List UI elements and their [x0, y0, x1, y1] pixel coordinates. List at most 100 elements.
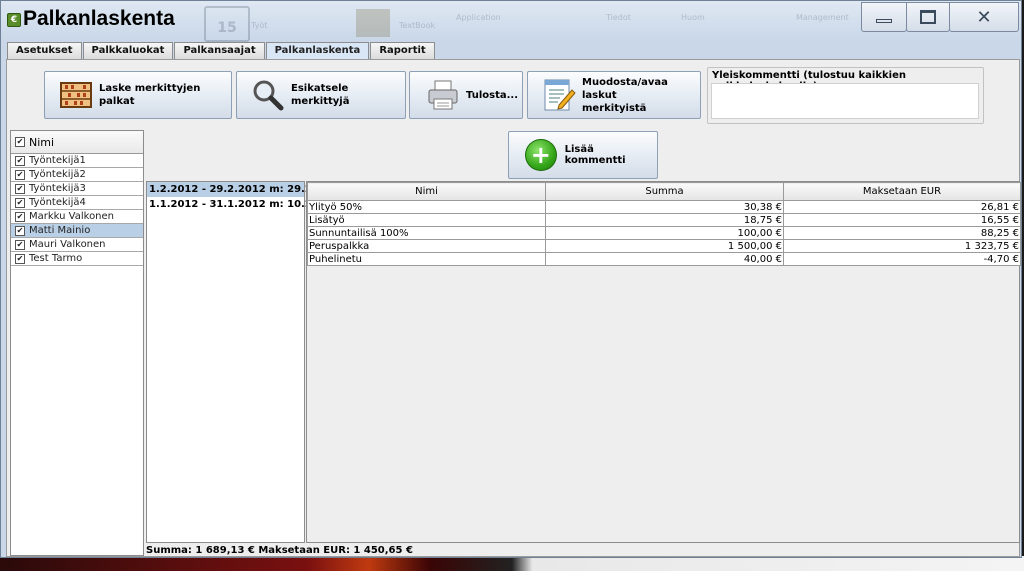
maximize-button[interactable] [906, 2, 950, 32]
invoice-button[interactable]: Muodosta/avaa laskut merkityistä [527, 71, 701, 119]
period-item-selected[interactable]: 1.2.2012 - 29.2.2012 m: 29.2.2012 [147, 182, 343, 197]
books-icon [356, 9, 390, 37]
tab-bar: Asetukset Palkkaluokat Palkansaajat Palk… [7, 42, 436, 60]
employee-row[interactable]: ✔ Markku Valkonen [11, 210, 143, 224]
employee-name: Test Tarmo [29, 253, 83, 264]
document-edit-icon [544, 79, 576, 111]
pay-item-name: Peruspalkka [307, 239, 546, 253]
table-row[interactable]: Ylityö 50% 30,38 € 26,81 € [307, 200, 1021, 214]
employee-row[interactable]: ✔ Mauri Valkonen [11, 238, 143, 252]
tab-palkanlaskenta[interactable]: Palkanlaskenta [265, 42, 370, 60]
tab-raportit[interactable]: Raportit [370, 42, 435, 59]
employee-name: Työntekijä2 [29, 169, 86, 180]
table-row[interactable]: Sunnuntailisä 100% 100,00 € 88,25 € [307, 226, 1021, 240]
pay-item-payable: -4,70 € [783, 252, 1021, 266]
employee-checkbox[interactable]: ✔ [15, 155, 25, 166]
employee-list-header: ✔ Nimi [11, 131, 143, 154]
column-header-sum[interactable]: Summa [545, 182, 784, 201]
close-button[interactable]: ✕ [949, 2, 1019, 32]
desktop-background [0, 556, 1024, 571]
table-row[interactable]: Peruspalkka 1 500,00 € 1 323,75 € [307, 239, 1021, 253]
pay-items-table: Nimi Summa Maksetaan EUR Ylityö 50% 30,3… [306, 181, 1021, 543]
pay-item-payable: 16,55 € [783, 213, 1021, 227]
minimize-button[interactable] [861, 2, 907, 32]
ghost-label: TextBook [399, 21, 436, 30]
abacus-icon [60, 82, 92, 108]
employee-checkbox[interactable]: ✔ [15, 211, 25, 222]
column-header-payable[interactable]: Maksetaan EUR [783, 182, 1021, 201]
employee-checkbox[interactable]: ✔ [15, 253, 25, 264]
pay-item-name: Lisätyö [307, 213, 546, 227]
calculate-label: Laske merkittyjen palkat [99, 83, 201, 107]
app-window: € Palkanlaskenta 15 Työt TextBook Applic… [0, 0, 1022, 558]
close-icon: ✕ [976, 6, 992, 28]
general-comment-input[interactable] [711, 83, 979, 119]
employee-row[interactable]: ✔ Työntekijä2 [11, 168, 143, 182]
print-button[interactable]: Tulosta... [409, 71, 523, 119]
employee-name: Työntekijä3 [29, 183, 86, 194]
pay-item-payable: 88,25 € [783, 226, 1021, 240]
pay-item-sum: 30,38 € [545, 200, 784, 214]
employee-checkbox[interactable]: ✔ [15, 169, 25, 180]
column-header-name[interactable]: Nimi [307, 182, 546, 201]
tab-asetukset[interactable]: Asetukset [7, 42, 82, 59]
period-item[interactable]: 1.1.2012 - 31.1.2012 m: 10.2.2012 [147, 197, 343, 212]
employee-row[interactable]: ✔ Työntekijä4 [11, 196, 143, 210]
printer-icon [428, 80, 458, 110]
add-comment-label: Lisää kommentti [564, 144, 626, 166]
pay-item-sum: 40,00 € [545, 252, 784, 266]
ghost-label: Huom [681, 13, 705, 22]
pay-item-sum: 1 500,00 € [545, 239, 784, 253]
pay-item-name: Puhelinetu [307, 252, 546, 266]
employee-name: Markku Valkonen [29, 211, 115, 222]
pay-item-sum: 18,75 € [545, 213, 784, 227]
ghost-label: Työt [251, 21, 268, 30]
pay-item-sum: 100,00 € [545, 226, 784, 240]
print-label: Tulosta... [466, 89, 519, 101]
ghost-label: Management [796, 13, 849, 22]
app-icon: € [7, 13, 21, 27]
pay-item-name: Sunnuntailisä 100% [307, 226, 546, 240]
magnifier-icon [253, 80, 284, 111]
calculate-button[interactable]: Laske merkittyjen palkat [44, 71, 232, 119]
footer-summary: Summa: 1 689,13 € Maksetaan EUR: 1 450,6… [146, 545, 413, 556]
period-list: 1.2.2012 - 29.2.2012 m: 29.2.2012 1.1.20… [146, 181, 343, 543]
employee-list: ✔ Nimi ✔ Työntekijä1 ✔ Työntekijä2 ✔ Työnte… [10, 130, 144, 556]
maximize-icon [920, 10, 936, 24]
employee-checkbox[interactable]: ✔ [15, 225, 25, 236]
table-row[interactable]: Lisätyö 18,75 € 16,55 € [307, 213, 1021, 227]
employee-name: Mauri Valkonen [29, 239, 106, 250]
employee-name: Matti Mainio [29, 225, 91, 236]
pay-item-payable: 1 323,75 € [783, 239, 1021, 253]
ghost-label: Application [456, 13, 501, 22]
employee-header-label: Nimi [29, 135, 55, 149]
employee-row[interactable]: ✔ Test Tarmo [11, 252, 143, 266]
invoice-label-line1: Muodosta/avaa laskut [582, 76, 668, 101]
title-bar: € Palkanlaskenta 15 Työt TextBook Applic… [1, 1, 1021, 42]
employee-checkbox[interactable]: ✔ [15, 197, 25, 208]
calendar-icon: 15 [204, 6, 250, 42]
employee-checkbox[interactable]: ✔ [15, 239, 25, 250]
plus-icon: + [525, 139, 557, 171]
add-comment-button[interactable]: + Lisää kommentti [508, 131, 658, 179]
employee-row[interactable]: ✔ Työntekijä3 [11, 182, 143, 196]
general-comment-group: Yleiskommentti (tulostuu kaikkien palkka… [707, 67, 984, 124]
pay-item-payable: 26,81 € [783, 200, 1021, 214]
employee-row-selected[interactable]: ✔ Matti Mainio [11, 224, 143, 238]
pay-item-name: Ylityö 50% [307, 200, 546, 214]
tab-palkkaluokat[interactable]: Palkkaluokat [82, 42, 174, 59]
invoice-label: Muodosta/avaa laskut merkityistä [582, 76, 700, 115]
employee-name: Työntekijä4 [29, 197, 86, 208]
invoice-label-line2: merkityistä [582, 102, 647, 114]
preview-label: Esikatsele merkittyjä [291, 83, 350, 107]
preview-button[interactable]: Esikatsele merkittyjä [236, 71, 406, 119]
employee-checkbox[interactable]: ✔ [15, 183, 25, 194]
calendar-day: 15 [217, 20, 237, 36]
payroll-panel: Laske merkittyjen palkat Esikatsele merk… [6, 59, 1021, 557]
tab-palkansaajat[interactable]: Palkansaajat [174, 42, 265, 59]
window-title: Palkanlaskenta [23, 7, 175, 30]
select-all-checkbox[interactable]: ✔ [15, 137, 25, 147]
ghost-label: Tiedot [606, 13, 631, 22]
table-row[interactable]: Puhelinetu 40,00 € -4,70 € [307, 252, 1021, 266]
employee-row[interactable]: ✔ Työntekijä1 [11, 154, 143, 168]
